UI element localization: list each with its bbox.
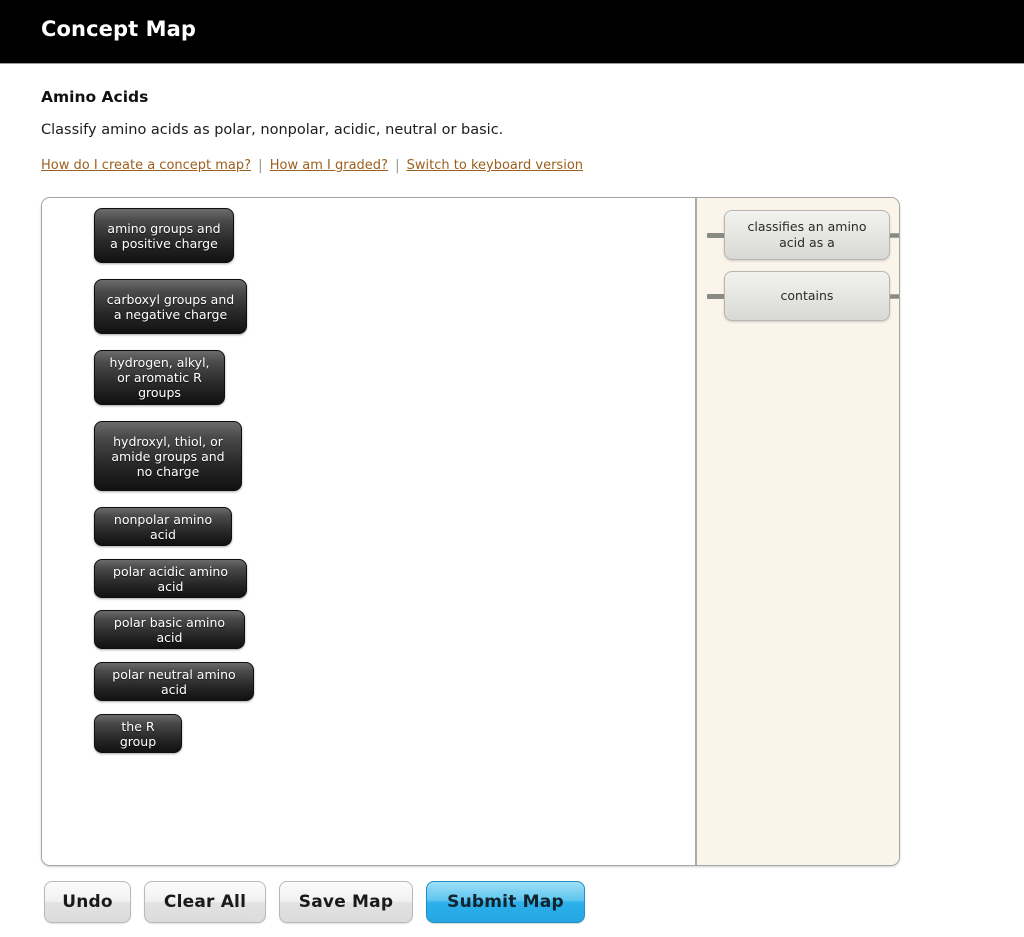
link-phrase-label: contains: [780, 288, 834, 303]
link-phrase-box[interactable]: contains: [724, 271, 890, 321]
clear-all-button[interactable]: Clear All: [144, 881, 266, 923]
link-how-do-i-create-a-concept-map[interactable]: How do I create a concept map?: [41, 158, 251, 173]
map-canvas[interactable]: amino groups and a positive charge carbox…: [42, 198, 695, 865]
concept-node[interactable]: polar basic amino acid: [94, 610, 245, 649]
link-separator-1: |: [258, 158, 263, 174]
page-description: Classify amino acids as polar, nonpolar,…: [41, 122, 504, 138]
link-phrase-item[interactable]: contains: [707, 271, 899, 321]
link-phrase-label: classifies an amino acid as a: [747, 219, 867, 250]
app-header: Concept Map: [0, 0, 1024, 64]
submit-map-button[interactable]: Submit Map: [426, 881, 585, 923]
link-tail-icon: [707, 233, 724, 238]
concept-node-label: hydrogen, alkyl, or aromatic R groups: [109, 355, 210, 400]
concept-node[interactable]: hydrogen, alkyl, or aromatic R groups: [94, 350, 225, 405]
concept-node[interactable]: nonpolar amino acid: [94, 507, 232, 546]
link-switch-to-keyboard-version[interactable]: Switch to keyboard version: [407, 158, 583, 173]
concept-node-label: amino groups and a positive charge: [107, 220, 221, 251]
undo-button[interactable]: Undo: [44, 881, 131, 923]
arrow-right-icon: [890, 289, 899, 304]
concept-node-label: the R group: [119, 718, 157, 749]
link-how-am-i-graded[interactable]: How am I graded?: [270, 158, 388, 173]
app-title: Concept Map: [41, 17, 197, 41]
concept-node-label: polar neutral amino acid: [112, 666, 236, 697]
concept-map-frame: amino groups and a positive charge carbox…: [41, 197, 900, 866]
save-map-button[interactable]: Save Map: [279, 881, 413, 923]
link-separator-2: |: [394, 158, 400, 174]
concept-node[interactable]: amino groups and a positive charge: [94, 208, 234, 263]
concept-node[interactable]: polar neutral amino acid: [94, 662, 254, 701]
action-button-bar: Undo Clear All Save Map Submit Map: [44, 881, 598, 923]
concept-node-label: polar basic amino acid: [113, 614, 226, 645]
concept-node-label: hydroxyl, thiol, or amide groups and no …: [111, 433, 225, 479]
link-palette-panel[interactable]: classifies an amino acid as a contains: [695, 198, 899, 865]
link-phrase-item[interactable]: classifies an amino acid as a: [707, 210, 899, 260]
link-tail-icon: [707, 294, 724, 299]
arrow-right-icon: [890, 228, 899, 243]
concept-node-label: polar acidic amino acid: [113, 563, 228, 594]
page-title: Amino Acids: [41, 88, 149, 106]
concept-node-label: carboxyl groups and a negative charge: [106, 291, 235, 322]
link-phrase-box[interactable]: classifies an amino acid as a: [724, 210, 890, 260]
concept-node-label: nonpolar amino acid: [113, 511, 213, 542]
help-links: How do I create a concept map? | How am I …: [41, 157, 941, 174]
concept-node[interactable]: hydroxyl, thiol, or amide groups and no …: [94, 421, 242, 491]
concept-node[interactable]: polar acidic amino acid: [94, 559, 247, 598]
concept-node[interactable]: the R group: [94, 714, 182, 753]
concept-node[interactable]: carboxyl groups and a negative charge: [94, 279, 247, 334]
intro-section: Amino Acids Classify amino acids as pola…: [41, 88, 941, 174]
